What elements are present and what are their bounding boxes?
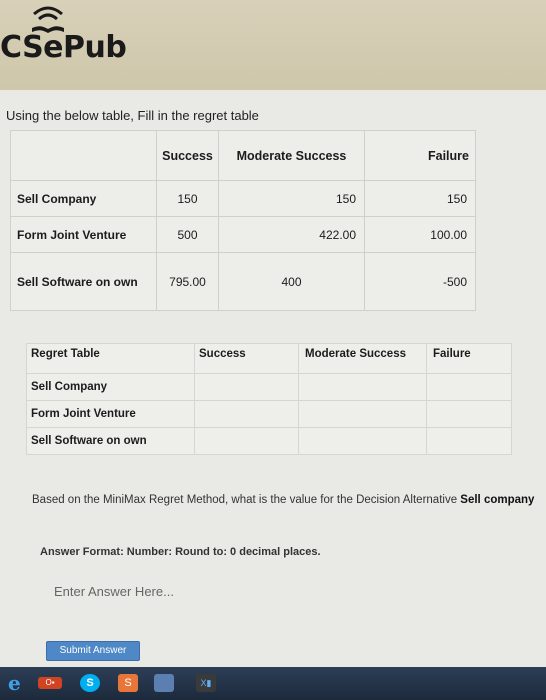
table-row: Form Joint Venture 500 422.00 100.00 xyxy=(10,216,476,253)
cell-value: 150 xyxy=(156,180,219,217)
row-label: Form Joint Venture xyxy=(26,400,195,428)
internet-explorer-icon[interactable]: e xyxy=(8,671,28,695)
cell-value: 500 xyxy=(156,216,219,253)
regret-cell-input[interactable] xyxy=(194,400,299,428)
regret-table: Regret Table Success Moderate Success Fa… xyxy=(26,343,512,455)
payoff-col-failure: Failure xyxy=(364,130,476,181)
minimax-question-text: Based on the MiniMax Regret Method, what… xyxy=(32,494,458,506)
row-label: Sell Company xyxy=(10,180,157,217)
regret-cell-input[interactable] xyxy=(426,427,512,455)
cell-value: 795.00 xyxy=(156,252,219,311)
table-row: Sell Software on own xyxy=(26,427,512,455)
app-icon[interactable]: S xyxy=(118,674,138,692)
regret-table-title: Regret Table xyxy=(26,343,195,374)
skype-icon[interactable]: S xyxy=(80,674,100,692)
payoff-col-success: Success xyxy=(156,130,219,181)
minimax-question: Based on the MiniMax Regret Method, what… xyxy=(32,494,534,506)
cell-value: 400 xyxy=(218,252,365,311)
cell-value: 100.00 xyxy=(364,216,476,253)
cell-value: -500 xyxy=(364,252,476,311)
regret-cell-input[interactable] xyxy=(426,400,512,428)
answer-input[interactable] xyxy=(48,578,248,604)
cell-value: 150 xyxy=(364,180,476,217)
regret-col-failure: Failure xyxy=(426,343,512,374)
table-row: Sell Company 150 150 150 xyxy=(10,180,476,217)
regret-header-row: Regret Table Success Moderate Success Fa… xyxy=(26,343,512,374)
payoff-corner-cell xyxy=(10,130,157,181)
table-row: Form Joint Venture xyxy=(26,400,512,428)
regret-cell-input[interactable] xyxy=(194,427,299,455)
app-icon[interactable] xyxy=(154,674,174,692)
payoff-header-row: Success Moderate Success Failure xyxy=(10,130,476,181)
media-icon[interactable]: X▮ xyxy=(196,674,216,692)
decision-alternative-emphasis: Sell company xyxy=(460,494,535,506)
windows-taskbar: e O▪ S S X▮ xyxy=(0,667,546,700)
table-row: Sell Software on own 795.00 400 -500 xyxy=(10,252,476,311)
regret-col-success: Success xyxy=(194,343,299,374)
row-label: Form Joint Venture xyxy=(10,216,157,253)
regret-cell-input[interactable] xyxy=(298,400,427,428)
site-header: CSePub xyxy=(0,0,546,90)
regret-cell-input[interactable] xyxy=(194,373,299,401)
submit-answer-button[interactable]: Submit Answer xyxy=(46,641,140,661)
row-label: Sell Software on own xyxy=(10,252,157,311)
cell-value: 422.00 xyxy=(218,216,365,253)
office-icon[interactable]: O▪ xyxy=(38,677,62,689)
regret-col-moderate-success: Moderate Success xyxy=(298,343,427,374)
cell-value: 150 xyxy=(218,180,365,217)
regret-cell-input[interactable] xyxy=(298,373,427,401)
table-row: Sell Company xyxy=(26,373,512,401)
question-text: Using the below table, Fill in the regre… xyxy=(6,108,259,123)
answer-format-text: Answer Format: Number: Round to: 0 decim… xyxy=(40,546,321,558)
regret-cell-input[interactable] xyxy=(298,427,427,455)
regret-cell-input[interactable] xyxy=(426,373,512,401)
payoff-table: Success Moderate Success Failure Sell Co… xyxy=(10,130,476,311)
row-label: Sell Software on own xyxy=(26,427,195,455)
brand-name: CSePub xyxy=(0,30,127,65)
payoff-col-moderate-success: Moderate Success xyxy=(218,130,365,181)
row-label: Sell Company xyxy=(26,373,195,401)
